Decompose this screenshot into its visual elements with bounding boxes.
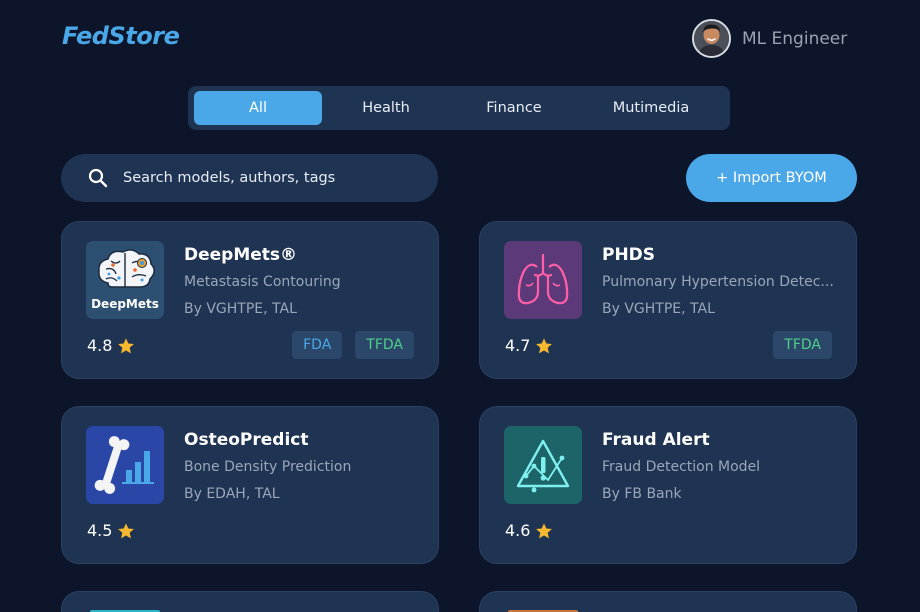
certification-badges: TFDA (773, 331, 832, 359)
tab-health[interactable]: Health (322, 91, 450, 125)
tab-multimedia[interactable]: Mutimedia (578, 91, 724, 125)
fedstore-logo[interactable]: FedStore (62, 22, 180, 50)
user-avatar[interactable] (692, 19, 731, 58)
rating-value: 4.5 (87, 521, 113, 540)
deepmets-icon-text: DeepMets (91, 297, 159, 311)
model-card-partial[interactable] (479, 591, 857, 612)
model-card-fraud-alert[interactable]: Fraud Alert Fraud Detection Model By FB … (479, 406, 857, 564)
card-title[interactable]: PHDS (602, 245, 655, 265)
bone-chart-icon (86, 426, 164, 504)
fda-badge: FDA (292, 331, 343, 359)
card-title[interactable]: DeepMets® (184, 245, 297, 265)
search-input[interactable] (123, 170, 413, 186)
star-icon (118, 522, 135, 538)
card-subtitle: Bone Density Prediction (184, 459, 352, 475)
card-rating: 4.8 (87, 336, 135, 355)
card-rating: 4.5 (87, 521, 135, 540)
card-subtitle: Pulmonary Hypertension Detec... (602, 274, 834, 290)
card-rating: 4.7 (505, 336, 553, 355)
card-title[interactable]: Fraud Alert (602, 430, 710, 450)
tab-all[interactable]: All (194, 91, 322, 125)
card-author: By VGHTPE, TAL (602, 301, 715, 317)
star-icon (536, 522, 553, 538)
fraud-warning-icon (504, 426, 582, 504)
tab-finance[interactable]: Finance (450, 91, 578, 125)
tfda-badge: TFDA (355, 331, 414, 359)
tfda-badge: TFDA (773, 331, 832, 359)
avatar-portrait-icon (694, 21, 729, 56)
lungs-icon (504, 241, 582, 319)
search-bar[interactable] (61, 154, 438, 202)
certification-badges: FDA TFDA (292, 331, 414, 359)
card-title[interactable]: OsteoPredict (184, 430, 308, 450)
rating-value: 4.7 (505, 336, 531, 355)
category-tabs: All Health Finance Mutimedia (188, 86, 730, 130)
card-author: By FB Bank (602, 486, 682, 502)
import-byom-button[interactable]: + Import BYOM (686, 154, 857, 202)
model-card-osteopredict[interactable]: OsteoPredict Bone Density Prediction By … (61, 406, 439, 564)
user-name: ML Engineer (742, 28, 848, 49)
star-icon (118, 337, 135, 353)
card-rating: 4.6 (505, 521, 553, 540)
user-profile[interactable]: ML Engineer (692, 19, 847, 58)
search-icon (88, 168, 108, 188)
brain-icon: DeepMets (86, 241, 164, 319)
card-author: By VGHTPE, TAL (184, 301, 297, 317)
star-icon (536, 337, 553, 353)
model-card-deepmets[interactable]: DeepMets DeepMets® Metastasis Contouring… (61, 221, 439, 379)
rating-value: 4.6 (505, 521, 531, 540)
rating-value: 4.8 (87, 336, 113, 355)
card-subtitle: Fraud Detection Model (602, 459, 761, 475)
model-card-phds[interactable]: PHDS Pulmonary Hypertension Detec... By … (479, 221, 857, 379)
card-subtitle: Metastasis Contouring (184, 274, 341, 290)
model-card-partial[interactable] (61, 591, 439, 612)
card-author: By EDAH, TAL (184, 486, 280, 502)
